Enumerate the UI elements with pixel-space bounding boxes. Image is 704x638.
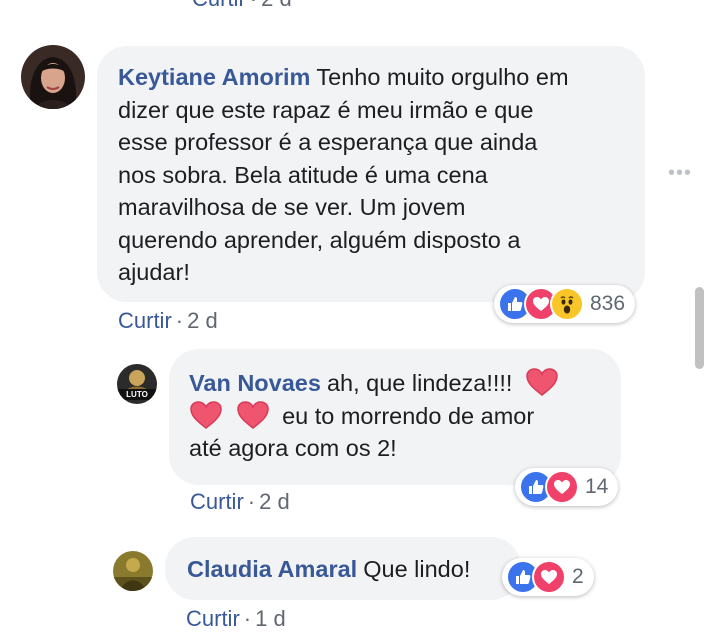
- like-link[interactable]: Curtir: [192, 0, 246, 11]
- comment-line: eu to morrendo de amor: [189, 400, 601, 433]
- comment-bubble-van-novaes: Van Novaes ah, que lindeza!!!! eu to morr…: [169, 349, 621, 485]
- comment-line: ajudar!: [118, 259, 190, 285]
- comment-text: Que lindo!: [363, 556, 471, 582]
- like-link[interactable]: Curtir: [186, 606, 240, 631]
- love-reaction-icon: [532, 560, 566, 594]
- comment-line: esse professor é a esperança que ainda: [118, 129, 538, 155]
- comment-line: Van Novaes ah, que lindeza!!!!: [189, 367, 601, 400]
- reaction-count: 14: [585, 475, 609, 498]
- love-reaction-icon: [545, 470, 579, 504]
- comment-author[interactable]: Van Novaes: [189, 370, 321, 396]
- avatar-claudia-amaral[interactable]: [113, 551, 153, 591]
- comment-text: eu to morrendo de amor: [282, 402, 535, 429]
- like-link[interactable]: Curtir: [118, 308, 172, 333]
- reaction-count: 2: [572, 565, 584, 588]
- previous-comment-meta: Curtir·2 d: [192, 0, 292, 12]
- heart-emoji-icon: [525, 367, 559, 397]
- comment-meta-keytiane: Curtir · 2 d: [118, 308, 218, 333]
- comment-author[interactable]: Claudia Amaral: [187, 556, 357, 582]
- avatar-caption: LUTO: [126, 390, 148, 399]
- comment-time: 2 d: [259, 489, 290, 514]
- avatar-keytiane[interactable]: [21, 45, 85, 109]
- comment-author[interactable]: Keytiane Amorim: [118, 64, 310, 90]
- comment-line: até agora com os 2!: [189, 435, 397, 461]
- scrollbar-thumb[interactable]: [695, 287, 704, 369]
- more-options-icon[interactable]: •••: [668, 162, 692, 185]
- reactions-summary[interactable]: 836: [494, 285, 636, 323]
- wow-reaction-icon: [550, 287, 584, 321]
- heart-emoji-icon: [189, 400, 223, 430]
- comment-line: nos sobra. Bela atitude é uma cena: [118, 161, 488, 188]
- comment-line: dizer que este rapaz é meu irmão e que: [118, 96, 534, 123]
- reaction-count: 836: [590, 292, 626, 315]
- comment-line: querendo aprender, alguém disposto a: [118, 226, 521, 253]
- heart-emoji-icon: [236, 400, 270, 430]
- reactions-summary[interactable]: 2: [502, 558, 594, 596]
- avatar-van-novaes[interactable]: LUTO: [117, 364, 157, 404]
- comment-text: Tenho muito orgulho em: [316, 64, 569, 90]
- comment-bubble-keytiane: Keytiane Amorim Tenho muito orgulho em di…: [97, 46, 645, 302]
- comment-bubble-claudia-amaral: Claudia Amaral Que lindo!: [165, 537, 521, 600]
- comment-text: ah, que lindeza!!!!: [326, 370, 513, 396]
- reactions-summary[interactable]: 14: [515, 468, 619, 506]
- comment-meta-claudia-amaral: Curtir · 1 d: [186, 606, 286, 631]
- comment-time: 2 d: [261, 0, 292, 11]
- like-link[interactable]: Curtir: [190, 489, 244, 514]
- comment-line: maravilhosa de se ver. Um jovem: [118, 194, 466, 220]
- comment-time: 1 d: [255, 606, 286, 631]
- comment-time: 2 d: [187, 308, 218, 333]
- comment-meta-van-novaes: Curtir · 2 d: [190, 489, 290, 514]
- comment-line: Keytiane Amorim Tenho muito orgulho em: [118, 61, 625, 94]
